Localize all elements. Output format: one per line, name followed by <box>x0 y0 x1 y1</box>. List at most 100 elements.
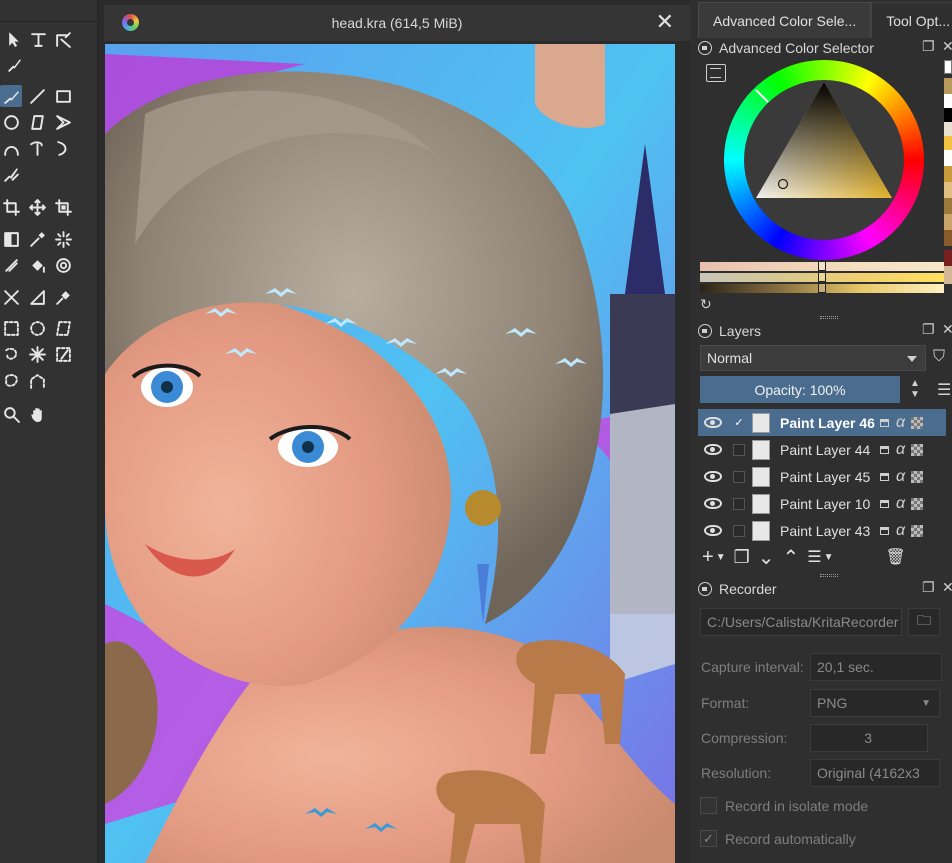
visibility-eye-icon[interactable] <box>704 471 722 482</box>
freehand-select-tool-icon[interactable] <box>0 343 22 365</box>
hue-wheel[interactable] <box>724 60 924 260</box>
polygon-tool-icon[interactable] <box>26 111 48 133</box>
bezier-curve-tool-icon[interactable] <box>0 137 22 159</box>
opacity-slider[interactable]: Opacity: 100% <box>700 376 900 403</box>
gradient-tool-icon[interactable] <box>0 228 22 250</box>
line-tool-icon[interactable] <box>26 85 48 107</box>
layer-row[interactable]: Paint Layer 44 α <box>698 436 946 463</box>
float-docker-icon[interactable]: ❐ <box>922 321 935 338</box>
layer-row[interactable]: Paint Layer 45 α <box>698 463 946 490</box>
visibility-eye-icon[interactable] <box>704 498 722 509</box>
layer-row[interactable]: Paint Layer 10 α <box>698 490 946 517</box>
similar-select-tool-icon[interactable] <box>52 343 74 365</box>
ellipse-select-tool-icon[interactable] <box>26 317 48 339</box>
alpha-lock-icon[interactable]: α <box>896 468 905 486</box>
inherit-alpha-icon[interactable] <box>911 470 924 483</box>
visibility-eye-icon[interactable] <box>704 444 722 455</box>
slider-handle[interactable] <box>818 272 826 282</box>
layer-lock-icon[interactable] <box>880 499 889 508</box>
fill-tool-icon[interactable] <box>0 254 22 276</box>
palette-swatch[interactable] <box>944 230 952 246</box>
delete-layer-icon[interactable]: 🗑 <box>886 547 906 567</box>
inherit-alpha-icon[interactable] <box>911 416 924 429</box>
alpha-lock-icon[interactable]: α <box>896 522 905 540</box>
layer-select-checkbox[interactable] <box>733 470 745 483</box>
pin-tool-icon[interactable] <box>52 286 74 308</box>
close-document-button[interactable]: ✕ <box>656 9 674 35</box>
inherit-alpha-icon[interactable] <box>911 443 924 456</box>
visibility-eye-icon[interactable] <box>704 525 722 536</box>
palette-swatch[interactable] <box>944 136 952 150</box>
isolate-mode-checkbox[interactable] <box>700 797 717 814</box>
canvas-artwork[interactable] <box>105 44 675 863</box>
text-tool-icon[interactable] <box>27 28 49 50</box>
layer-select-checkbox[interactable]: ✓ <box>733 417 745 429</box>
freehand-brush-tool-icon[interactable] <box>0 85 22 107</box>
resolution-select[interactable]: Original (4162x3 <box>810 759 940 787</box>
palette-swatch[interactable] <box>944 122 952 136</box>
rectangle-tool-icon[interactable] <box>52 85 74 107</box>
color-picker-tool-icon[interactable] <box>26 228 48 250</box>
record-automatically-checkbox[interactable]: ✓ <box>700 830 717 847</box>
close-docker-icon[interactable]: ✕ <box>942 321 952 338</box>
duplicate-layer-icon[interactable]: ❐ <box>734 547 750 568</box>
selector-settings-icon[interactable] <box>706 64 726 82</box>
move-tool-icon[interactable] <box>26 196 48 218</box>
palette-swatch[interactable] <box>944 150 952 166</box>
layer-select-checkbox[interactable] <box>733 443 745 456</box>
palette-swatch-settings[interactable] <box>944 60 952 74</box>
lock-icon[interactable] <box>698 324 712 338</box>
palette-swatch[interactable] <box>944 198 952 214</box>
edit-shapes-tool-icon[interactable] <box>52 28 74 50</box>
layer-row[interactable]: ✓ Paint Layer 46 α <box>698 409 946 436</box>
freehand-path-tool-icon[interactable] <box>26 137 48 159</box>
layer-row[interactable]: Paint Layer 43 α <box>698 517 946 544</box>
alpha-lock-icon[interactable]: α <box>896 414 905 432</box>
magnetic-select-tool-icon[interactable] <box>26 370 48 392</box>
layer-lock-icon[interactable] <box>880 418 889 427</box>
chevron-down-icon[interactable]: ▼ <box>824 552 834 563</box>
visibility-eye-icon[interactable] <box>704 417 722 428</box>
reference-tool-icon[interactable] <box>26 286 48 308</box>
float-docker-icon[interactable]: ❐ <box>922 38 935 55</box>
move-layer-down-icon[interactable]: ⌄ <box>758 545 775 570</box>
slider-handle[interactable] <box>818 261 826 271</box>
tab-tool-options[interactable]: Tool Opt... <box>871 2 952 38</box>
measure-tool-icon[interactable] <box>0 286 22 308</box>
palette-swatch[interactable] <box>944 108 952 122</box>
layer-lock-icon[interactable] <box>880 472 889 481</box>
alpha-lock-icon[interactable]: α <box>896 495 905 513</box>
compression-input[interactable]: 3 <box>810 724 928 752</box>
select-shapes-tool-icon[interactable] <box>3 28 25 50</box>
saturation-value-triangle[interactable] <box>724 60 924 260</box>
palette-swatch[interactable] <box>944 94 952 108</box>
zoom-tool-icon[interactable] <box>0 403 22 425</box>
palette-swatch[interactable] <box>944 214 952 230</box>
polyline-tool-icon[interactable] <box>52 111 74 133</box>
lock-icon[interactable] <box>698 41 712 55</box>
ellipse-tool-icon[interactable] <box>0 111 22 133</box>
resize-grip[interactable] <box>820 316 838 319</box>
layer-lock-icon[interactable] <box>880 526 889 535</box>
chevron-down-icon[interactable]: ▼ <box>716 552 726 563</box>
filter-icon[interactable]: ⛉ <box>933 348 945 366</box>
lock-icon[interactable] <box>698 582 712 596</box>
contiguous-select-tool-icon[interactable] <box>26 343 48 365</box>
close-docker-icon[interactable]: ✕ <box>942 38 952 55</box>
enclosed-fill-tool-icon[interactable] <box>26 254 48 276</box>
palette-swatch[interactable] <box>944 250 952 266</box>
layer-lock-icon[interactable] <box>880 445 889 454</box>
layer-properties-icon[interactable]: ☰ <box>807 547 821 567</box>
palette-swatch[interactable] <box>944 182 952 198</box>
transform-tool-icon[interactable] <box>52 196 74 218</box>
calligraphy-tool-icon[interactable] <box>3 53 25 75</box>
blend-mode-select[interactable]: Normal <box>700 345 926 371</box>
rect-select-tool-icon[interactable] <box>0 317 22 339</box>
pan-tool-icon[interactable] <box>26 403 48 425</box>
layer-select-checkbox[interactable] <box>733 524 745 537</box>
crop-tool-icon[interactable] <box>0 196 22 218</box>
multibrush-tool-icon[interactable] <box>0 163 22 185</box>
layer-menu-icon[interactable]: ☰ <box>937 380 951 400</box>
dynamic-brush-tool-icon[interactable] <box>52 137 74 159</box>
alpha-lock-icon[interactable]: α <box>896 441 905 459</box>
